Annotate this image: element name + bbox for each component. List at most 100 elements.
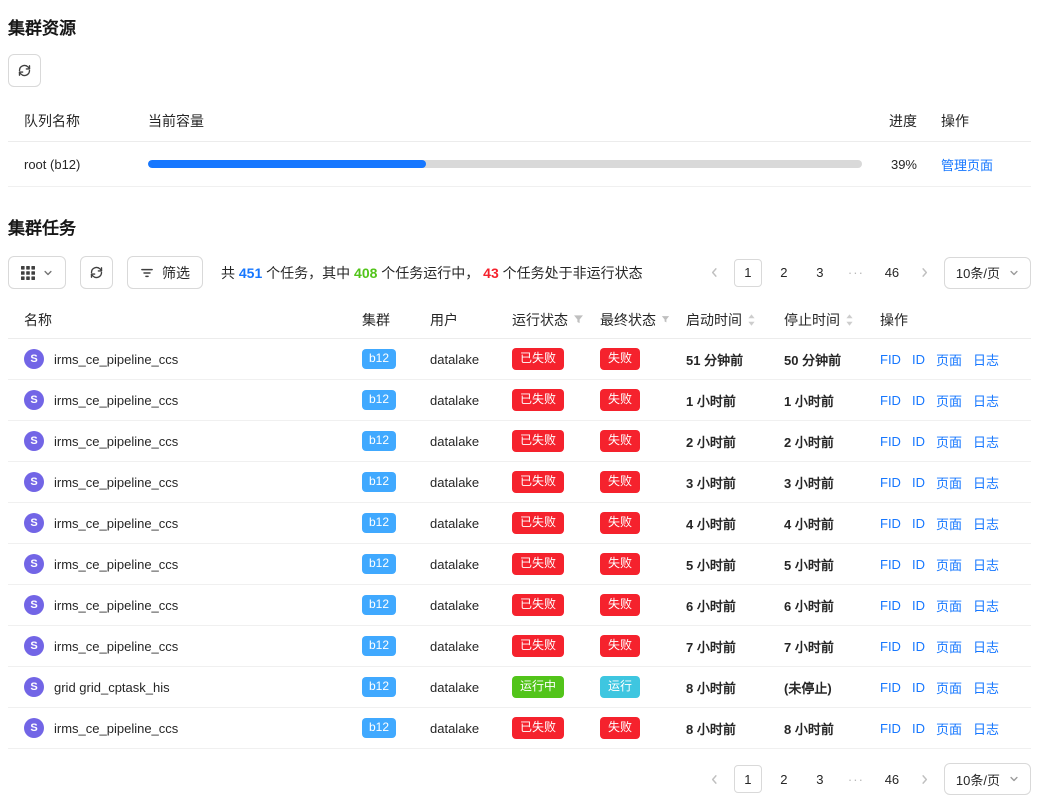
id-link[interactable]: ID (912, 393, 925, 408)
log-link[interactable]: 日志 (973, 719, 999, 738)
task-user: datalake (414, 639, 496, 654)
page-button-46[interactable]: 46 (878, 765, 906, 793)
task-type-avatar: S (24, 472, 44, 492)
id-link[interactable]: ID (912, 680, 925, 695)
cluster-badge: b12 (362, 636, 396, 656)
log-link[interactable]: 日志 (973, 555, 999, 574)
fid-link[interactable]: FID (880, 557, 901, 572)
fid-link[interactable]: FID (880, 434, 901, 449)
final-status-badge: 失败 (600, 471, 640, 493)
prev-page-button[interactable] (704, 262, 726, 284)
filter-button[interactable]: 筛选 (127, 256, 203, 289)
page-button-2[interactable]: 2 (770, 765, 798, 793)
run-status-badge: 运行中 (512, 676, 564, 698)
id-link[interactable]: ID (912, 434, 925, 449)
page-size-select[interactable]: 10条/页 (944, 257, 1031, 289)
fid-link[interactable]: FID (880, 516, 901, 531)
fid-link[interactable]: FID (880, 352, 901, 367)
filter-funnel-icon[interactable] (661, 314, 670, 325)
chevron-down-icon (1009, 268, 1019, 278)
page-link[interactable]: 页面 (936, 678, 962, 697)
col-header-start-time[interactable]: 启动时间 (670, 310, 768, 330)
task-actions: FID ID 页面日志 (864, 637, 1031, 656)
queue-name: root (b12) (8, 157, 148, 172)
log-link[interactable]: 日志 (973, 432, 999, 451)
pagination-bottom: 1 2 3 ··· 46 10条/页 (704, 763, 1031, 795)
page-size-select[interactable]: 10条/页 (944, 763, 1031, 795)
page-link[interactable]: 页面 (936, 473, 962, 492)
page-link[interactable]: 页面 (936, 514, 962, 533)
task-type-avatar: S (24, 595, 44, 615)
page-link[interactable]: 页面 (936, 637, 962, 656)
sort-icon[interactable] (747, 313, 756, 327)
col-header-stop-time[interactable]: 停止时间 (768, 310, 864, 330)
page-size-label: 10条/页 (956, 263, 1000, 282)
sort-icon[interactable] (845, 313, 854, 327)
start-time: 4 小时前 (670, 514, 768, 533)
task-name: irms_ce_pipeline_ccs (54, 721, 178, 736)
col-header-action: 操作 (941, 111, 1031, 131)
page-button-1[interactable]: 1 (734, 765, 762, 793)
total-count: 451 (239, 265, 262, 281)
col-header-user: 用户 (414, 310, 496, 330)
page-button-1[interactable]: 1 (734, 259, 762, 287)
run-status-badge: 已失败 (512, 512, 564, 534)
stop-time: 7 小时前 (768, 637, 864, 656)
page-link[interactable]: 页面 (936, 391, 962, 410)
page-ellipsis[interactable]: ··· (842, 765, 870, 793)
log-link[interactable]: 日志 (973, 350, 999, 369)
page-link[interactable]: 页面 (936, 596, 962, 615)
log-link[interactable]: 日志 (973, 596, 999, 615)
page-button-46[interactable]: 46 (878, 259, 906, 287)
stop-time: 5 小时前 (768, 555, 864, 574)
fid-link[interactable]: FID (880, 598, 901, 613)
page-link[interactable]: 页面 (936, 350, 962, 369)
page-button-3[interactable]: 3 (806, 259, 834, 287)
final-status-badge: 运行 (600, 676, 640, 698)
tasks-refresh-button[interactable] (80, 256, 113, 289)
task-actions: FID ID 页面日志 (864, 514, 1031, 533)
page-link[interactable]: 页面 (936, 432, 962, 451)
tasks-table-header: 名称 集群 用户 运行状态 最终状态 启动时间 停止时间 操作 (8, 301, 1031, 339)
log-link[interactable]: 日志 (973, 473, 999, 492)
filter-funnel-icon[interactable] (573, 314, 584, 325)
resources-refresh-button[interactable] (8, 54, 41, 87)
next-page-button[interactable] (914, 262, 936, 284)
page-link[interactable]: 页面 (936, 555, 962, 574)
cluster-badge: b12 (362, 513, 396, 533)
column-settings-button[interactable] (8, 256, 66, 289)
id-link[interactable]: ID (912, 516, 925, 531)
id-link[interactable]: ID (912, 598, 925, 613)
id-link[interactable]: ID (912, 721, 925, 736)
next-page-button[interactable] (914, 768, 936, 790)
task-type-avatar: S (24, 636, 44, 656)
id-link[interactable]: ID (912, 639, 925, 654)
final-status-badge: 失败 (600, 430, 640, 452)
page-link[interactable]: 页面 (936, 719, 962, 738)
id-link[interactable]: ID (912, 475, 925, 490)
page-button-2[interactable]: 2 (770, 259, 798, 287)
log-link[interactable]: 日志 (973, 514, 999, 533)
id-link[interactable]: ID (912, 557, 925, 572)
manage-page-link[interactable]: 管理页面 (941, 158, 993, 173)
log-link[interactable]: 日志 (973, 391, 999, 410)
queue-row: root (b12) 39% 管理页面 (8, 142, 1031, 187)
fid-link[interactable]: FID (880, 721, 901, 736)
col-header-final-status[interactable]: 最终状态 (584, 310, 670, 330)
id-link[interactable]: ID (912, 352, 925, 367)
chevron-left-icon (709, 267, 720, 278)
col-header-run-status[interactable]: 运行状态 (496, 310, 584, 330)
page-button-3[interactable]: 3 (806, 765, 834, 793)
fid-link[interactable]: FID (880, 639, 901, 654)
fid-link[interactable]: FID (880, 680, 901, 695)
running-count: 408 (354, 265, 377, 281)
task-user: datalake (414, 352, 496, 367)
page-ellipsis[interactable]: ··· (842, 259, 870, 287)
log-link[interactable]: 日志 (973, 678, 999, 697)
fid-link[interactable]: FID (880, 393, 901, 408)
prev-page-button[interactable] (704, 768, 726, 790)
fid-link[interactable]: FID (880, 475, 901, 490)
log-link[interactable]: 日志 (973, 637, 999, 656)
task-user: datalake (414, 557, 496, 572)
task-user: datalake (414, 475, 496, 490)
